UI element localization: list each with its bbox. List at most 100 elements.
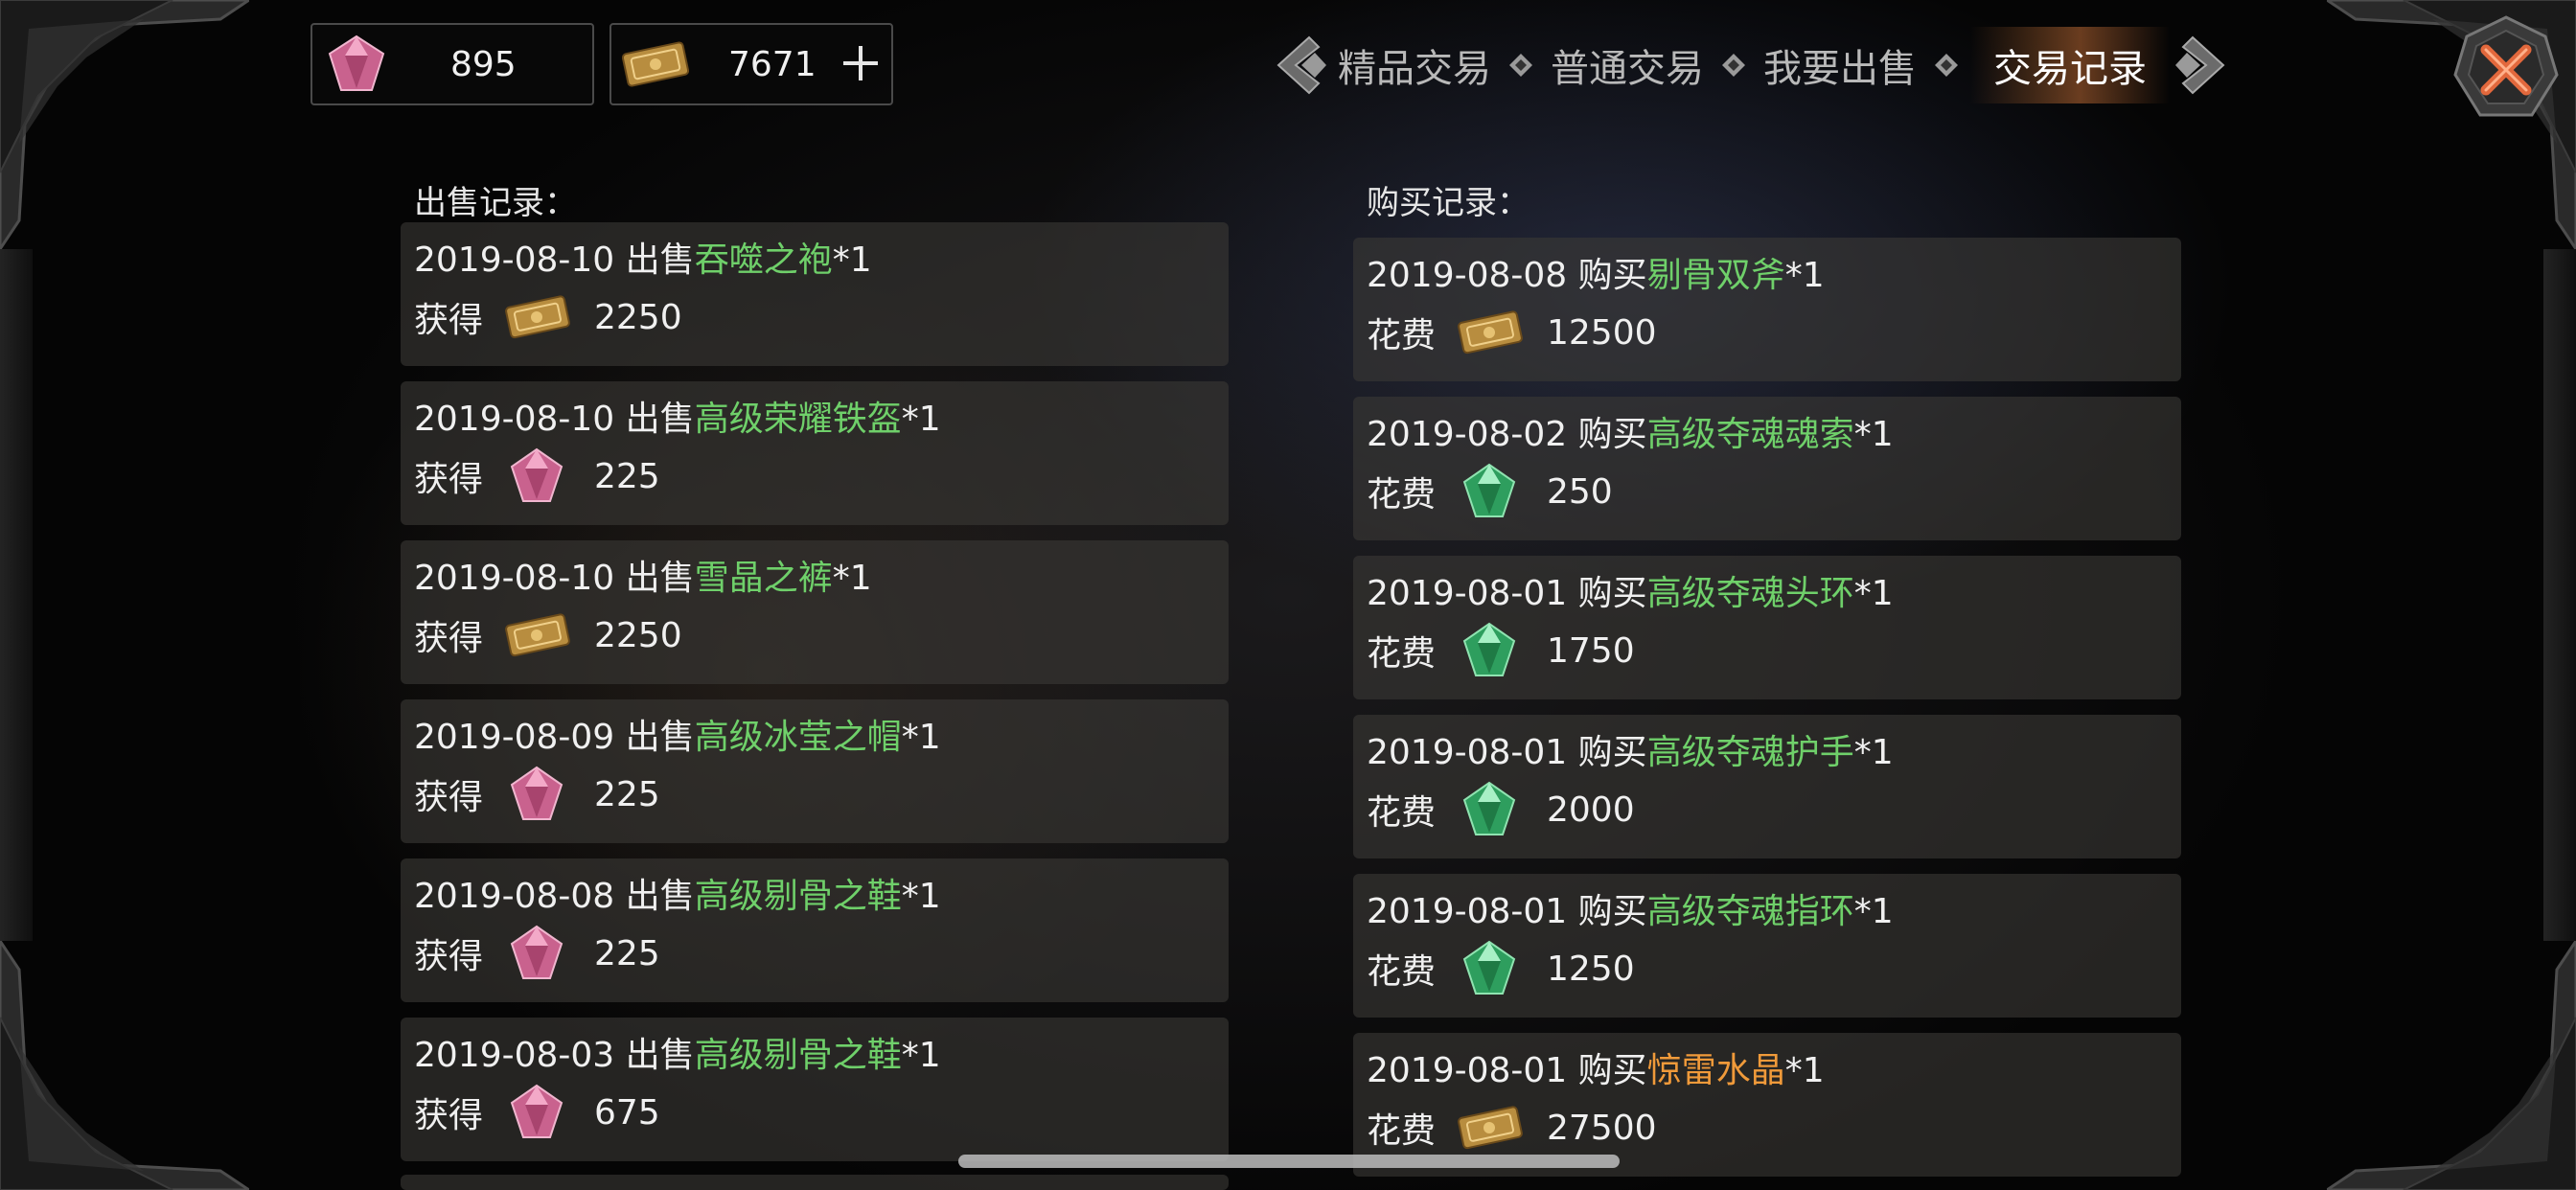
add-ticket-button[interactable] [840,42,882,84]
record-date: 2019-08-02 [1367,415,1568,454]
record-date: 2019-08-01 [1367,1051,1568,1090]
record-date: 2019-08-10 [414,400,615,439]
sell-record[interactable]: 2019-08-08 出售高级剔骨之鞋*1 获得 225 [401,858,1229,1002]
record-amount: 12500 [1547,312,1657,353]
tab-ornament-left-icon [1276,35,1326,95]
tab-premium-trade[interactable]: 精品交易 [1332,37,1497,93]
record-action: 出售 [625,240,695,280]
sell-record[interactable]: 2019-08-10 出售雪晶之裤*1 获得 2250 [401,540,1229,684]
record-qty: *1 [1853,733,1894,772]
record-amount: 250 [1547,471,1613,512]
record-qty: *1 [1853,892,1894,931]
tab-trade-records[interactable]: 交易记录 [1988,37,2152,93]
record-date: 2019-08-03 [414,1036,615,1075]
tab-normal-trade[interactable]: 普通交易 [1545,37,1710,93]
record-date: 2019-08-01 [1367,892,1568,931]
record-item: 高级剔骨之鞋 [694,1036,902,1075]
record-qty: *1 [901,877,941,916]
green-gem-icon [1462,463,1516,517]
record-label: 获得 [414,301,484,340]
frame-ornament-top-left [0,0,252,252]
record-item: 高级剔骨之鞋 [694,877,902,916]
tab-ornament-right-icon [2175,35,2225,95]
record-label: 获得 [414,1096,484,1135]
record-amount: 675 [594,1092,660,1133]
record-item: 高级夺魂魂索 [1646,415,1854,454]
sell-record[interactable]: 2019-08-10 出售高级荣耀铁盔*1 获得 225 [401,381,1229,525]
record-amount: 1250 [1547,949,1635,989]
sell-record-partial [401,1175,1229,1190]
record-item: 惊雷水晶 [1646,1051,1785,1090]
sell-record[interactable]: 2019-08-09 出售高级冰莹之帽*1 获得 225 [401,699,1229,843]
buy-record[interactable]: 2019-08-01 购买高级夺魂指环*1 花费 1250 [1353,874,2181,1018]
record-qty: *1 [1784,1051,1825,1090]
record-action: 购买 [1577,256,1647,295]
record-action: 购买 [1577,1051,1647,1090]
record-qty: *1 [832,559,872,598]
record-item: 雪晶之裤 [694,559,833,598]
sell-record[interactable]: 2019-08-03 出售高级剔骨之鞋*1 获得 675 [401,1018,1229,1161]
record-label: 获得 [414,460,484,499]
record-amount: 225 [594,774,660,814]
buy-record[interactable]: 2019-08-08 购买剔骨双斧*1 花费 12500 [1353,238,2181,381]
buy-records-title: 购买记录： [1367,184,1530,222]
record-amount: 27500 [1547,1108,1657,1148]
record-item: 高级夺魂头环 [1646,574,1854,613]
close-icon[interactable] [2450,13,2563,126]
record-item: 高级夺魂护手 [1646,733,1854,772]
gem-balance-box: 895 [310,23,594,105]
record-qty: *1 [901,718,941,757]
tab-trade-records-wrap: 交易记录 [1970,27,2170,103]
record-item: 剔骨双斧 [1646,256,1785,295]
frame-ornament-bottom-right [2324,938,2576,1190]
record-label: 花费 [1367,475,1437,515]
record-date: 2019-08-09 [414,718,615,757]
record-item: 高级夺魂指环 [1646,892,1854,931]
green-gem-icon [1462,940,1516,995]
home-indicator[interactable] [958,1155,1620,1168]
record-label: 获得 [414,778,484,817]
pink-gem-icon [510,766,564,820]
record-action: 购买 [1577,574,1647,613]
gold-ticket-icon [621,41,690,87]
pink-gem-icon [510,1084,564,1138]
trade-tabs: 精品交易 普通交易 我要出售 交易记录 [1271,21,2231,109]
green-gem-icon [1462,622,1516,676]
ticket-balance: 7671 [728,44,816,84]
record-action: 出售 [625,1036,695,1075]
record-label: 花费 [1367,952,1437,992]
ticket-balance-box: 7671 [610,23,893,105]
buy-record[interactable]: 2019-08-01 购买高级夺魂头环*1 花费 1750 [1353,556,2181,699]
record-qty: *1 [901,1036,941,1075]
record-date: 2019-08-01 [1367,733,1568,772]
record-item: 高级冰莹之帽 [694,718,902,757]
record-action: 出售 [625,400,695,439]
record-label: 花费 [1367,1111,1437,1151]
record-action: 出售 [625,877,695,916]
record-qty: *1 [1853,415,1894,454]
gold-ticket-icon [505,295,570,339]
frame-rail-left [0,249,33,941]
record-qty: *1 [901,400,941,439]
record-label: 花费 [1367,634,1437,674]
record-qty: *1 [1853,574,1894,613]
record-date: 2019-08-08 [414,877,615,916]
record-action: 出售 [625,559,695,598]
buy-record[interactable]: 2019-08-02 购买高级夺魂魂索*1 花费 250 [1353,397,2181,540]
gold-ticket-icon [1458,1106,1523,1150]
sell-record[interactable]: 2019-08-10 出售吞噬之袍*1 获得 2250 [401,222,1229,366]
record-action: 购买 [1577,733,1647,772]
record-action: 购买 [1577,892,1647,931]
record-amount: 2250 [594,297,682,337]
frame-rail-right [2543,249,2576,941]
tab-sell-item[interactable]: 我要出售 [1758,37,1922,93]
diamond-separator-icon [1509,54,1532,77]
record-label: 获得 [414,937,484,976]
record-date: 2019-08-10 [414,559,615,598]
record-date: 2019-08-08 [1367,256,1568,295]
diamond-separator-icon [1935,54,1958,77]
gold-ticket-icon [1458,310,1523,355]
buy-record[interactable]: 2019-08-01 购买高级夺魂护手*1 花费 2000 [1353,715,2181,858]
gold-ticket-icon [505,613,570,657]
record-label: 花费 [1367,316,1437,355]
